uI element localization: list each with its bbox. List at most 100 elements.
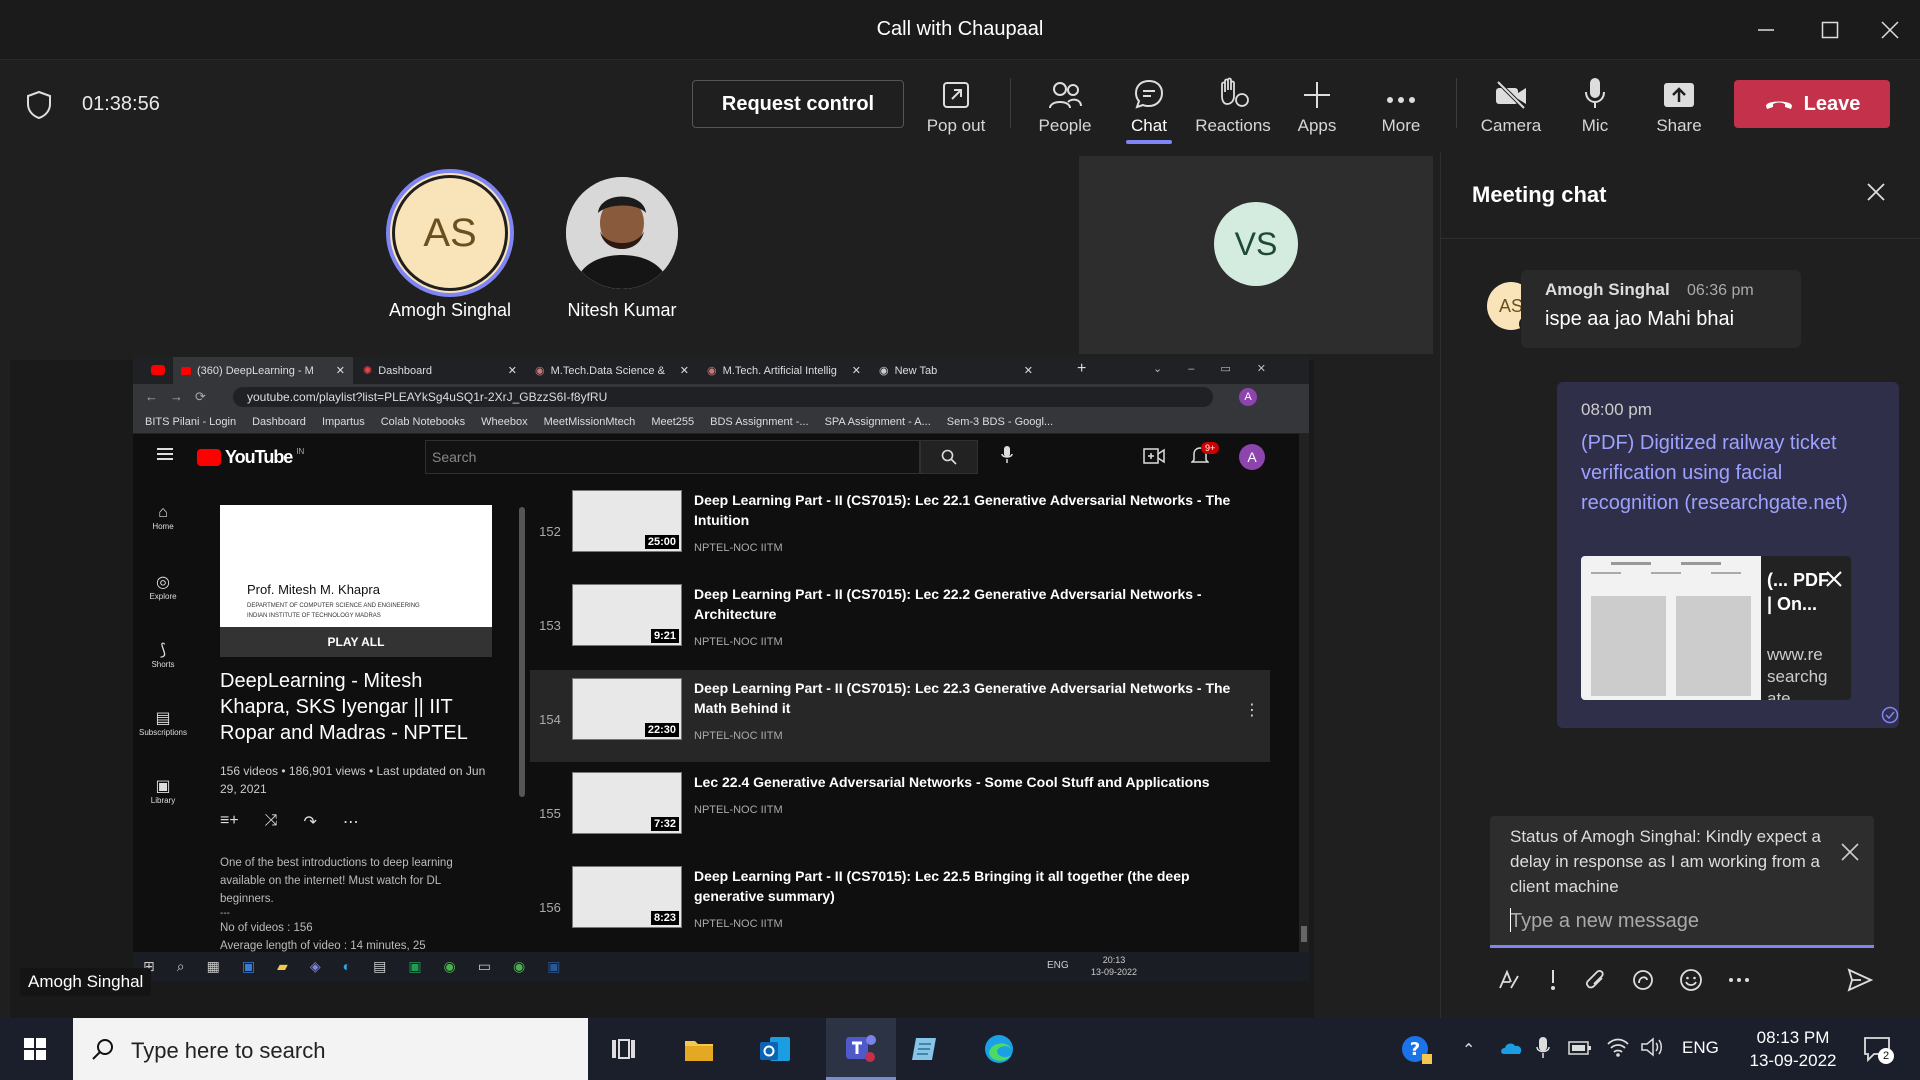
attach-icon[interactable] (1585, 968, 1607, 992)
chevron-up-icon[interactable]: ⌃ (1462, 1040, 1475, 1060)
chat-link[interactable]: (PDF) Digitized railway ticket verificat… (1581, 428, 1881, 518)
create-video-icon[interactable] (1143, 448, 1165, 464)
profile-avatar[interactable]: A (1239, 388, 1257, 406)
video-menu-icon[interactable]: ⋮ (1244, 700, 1260, 720)
volume-icon[interactable] (1640, 1036, 1664, 1058)
notepad-icon[interactable] (906, 1030, 944, 1068)
browser-tab[interactable]: ◉ M.Tech. Artificial Intellig ✕ (699, 357, 869, 384)
emoji-icon[interactable] (1679, 968, 1703, 992)
camera-off-icon (1496, 80, 1526, 110)
browser-tab[interactable]: ◉ M.Tech.Data Science & ✕ (527, 357, 697, 384)
bookmark-item[interactable]: BDS Assignment -... (710, 416, 808, 428)
dismiss-status-button[interactable] (1840, 842, 1860, 862)
list-item[interactable]: 153 9:21 Deep Learning Part - II (CS7015… (530, 576, 1270, 668)
mic-button[interactable]: Mic (1555, 74, 1635, 144)
remote-taskbar-apps[interactable]: ⊞ ⌕ ▦ ▣ ▰ ◈ ◐ ▤ ▣ ◉ ▭ ◉ ▣ (143, 958, 560, 975)
play-all-button[interactable]: PLAY ALL (220, 627, 492, 657)
edge-icon[interactable] (980, 1030, 1018, 1068)
nav-library[interactable]: ▣ Library (133, 776, 193, 805)
bookmark-item[interactable]: Colab Notebooks (381, 416, 465, 428)
taskbar-search-box[interactable]: Type here to search (73, 1018, 588, 1080)
bookmark-item[interactable]: Meet255 (651, 416, 694, 428)
file-explorer-icon[interactable] (680, 1030, 718, 1068)
help-icon[interactable]: ? (1400, 1032, 1434, 1066)
youtube-avatar[interactable]: A (1239, 444, 1265, 470)
voice-search-icon[interactable] (1001, 446, 1013, 464)
loop-icon[interactable] (1631, 968, 1655, 992)
participant-tile[interactable]: VS (1079, 156, 1433, 354)
bookmark-item[interactable]: BITS Pilani - Login (145, 416, 236, 428)
compose-toolbar (1497, 968, 1751, 992)
maximize-button[interactable] (1812, 12, 1848, 48)
page-scrollbar[interactable] (1299, 434, 1309, 952)
leave-button[interactable]: Leave (1734, 80, 1890, 128)
youtube-logo[interactable]: YouTube IN (197, 447, 304, 468)
browser-tab[interactable]: ◉ New Tab ✕ (871, 357, 1041, 384)
battery-icon[interactable] (1568, 1040, 1592, 1056)
link-preview-card[interactable]: (... PDF | On... www.researchgate... (1581, 556, 1851, 700)
priority-icon[interactable] (1545, 968, 1561, 992)
people-button[interactable]: People (1025, 74, 1105, 144)
nav-buttons[interactable]: ←→⟳ (145, 389, 218, 405)
participant-photo[interactable] (566, 177, 678, 289)
avatar[interactable]: AS (386, 169, 514, 297)
message-input[interactable]: Type a new message (1490, 894, 1874, 948)
youtube-search-input[interactable]: Search (425, 440, 920, 474)
chat-message[interactable]: 08:00 pm (PDF) Digitized railway ticket … (1557, 382, 1899, 728)
list-item[interactable]: 155 7:32 Lec 22.4 Generative Adversarial… (530, 764, 1270, 856)
language-indicator[interactable]: ENG (1682, 1038, 1719, 1058)
minimize-button[interactable] (1748, 12, 1784, 48)
chat-title: Meeting chat (1472, 182, 1607, 207)
search-button[interactable] (920, 440, 978, 474)
menu-icon[interactable] (157, 448, 173, 460)
onedrive-icon[interactable] (1500, 1040, 1524, 1056)
send-button[interactable] (1847, 968, 1873, 992)
remove-preview-button[interactable] (1825, 570, 1843, 588)
browser-tab[interactable]: ✺ Dashboard ✕ (355, 357, 525, 384)
windows-icon (24, 1038, 46, 1060)
playlist-thumbnail[interactable]: Prof. Mitesh M. Khapra DEPARTMENT OF COM… (220, 505, 492, 657)
bookmark-item[interactable]: Wheebox (481, 416, 527, 428)
notification-center-button[interactable]: 2 (1862, 1034, 1894, 1064)
bookmark-item[interactable]: SPA Assignment - A... (825, 416, 931, 428)
camera-button[interactable]: Camera (1471, 74, 1551, 144)
more-icon[interactable] (1727, 968, 1751, 992)
microphone-icon[interactable] (1536, 1036, 1550, 1060)
teams-icon (846, 1035, 876, 1062)
close-window-button[interactable] (1872, 12, 1908, 48)
nav-subscriptions[interactable]: ▤ Subscriptions (133, 708, 193, 737)
nav-home[interactable]: ⌂ Home (133, 504, 193, 531)
apps-button[interactable]: Apps (1277, 74, 1357, 144)
list-item[interactable]: 154 22:30 Deep Learning Part - II (CS701… (530, 670, 1270, 762)
nav-shorts[interactable]: ⟆ Shorts (133, 640, 193, 669)
close-chat-button[interactable] (1866, 182, 1886, 202)
meeting-chat-panel: Meeting chat AS Amogh Singhal 06:36 pm i… (1440, 152, 1920, 1018)
teams-taskbar-item[interactable] (826, 1018, 896, 1080)
bookmark-item[interactable]: Sem-3 BDS - Googl... (947, 416, 1053, 428)
list-item[interactable]: 152 25:00 Deep Learning Part - II (CS701… (530, 482, 1270, 574)
format-text-icon[interactable] (1497, 968, 1521, 992)
url-field[interactable]: youtube.com/playlist?list=PLEAYkSg4uSQ1r… (233, 387, 1213, 407)
wifi-icon[interactable] (1606, 1036, 1630, 1058)
browser-window-controls[interactable]: ⌄–▭✕ (1153, 362, 1292, 375)
list-item[interactable]: 156 8:23 Deep Learning Part - II (CS7015… (530, 858, 1270, 950)
bookmark-item[interactable]: Impartus (322, 416, 365, 428)
panel-scrollbar[interactable] (519, 507, 525, 797)
nav-explore[interactable]: ◎ Explore (133, 572, 193, 601)
bookmark-item[interactable]: MeetMissionMtech (544, 416, 636, 428)
share-button[interactable]: Share (1639, 74, 1719, 144)
chat-button[interactable]: Chat (1109, 74, 1189, 144)
bookmark-item[interactable]: Dashboard (252, 416, 306, 428)
new-tab-button[interactable]: + (1077, 360, 1086, 378)
reactions-button[interactable]: Reactions (1193, 74, 1273, 144)
outlook-icon[interactable] (756, 1030, 794, 1068)
more-button[interactable]: More (1361, 74, 1441, 144)
chat-message[interactable]: Amogh Singhal 06:36 pm ispe aa jao Mahi … (1521, 270, 1801, 348)
start-button[interactable] (16, 1030, 54, 1068)
playlist-actions[interactable]: ≡+ ⤨ ↷ ⋯ (220, 812, 420, 832)
browser-tab[interactable]: (360) DeepLearning - M ✕ (173, 357, 353, 384)
system-clock[interactable]: 08:13 PM 13-09-2022 (1738, 1026, 1848, 1072)
request-control-button[interactable]: Request control (692, 80, 904, 128)
task-view-icon[interactable] (604, 1030, 642, 1068)
pop-out-button[interactable]: Pop out (916, 74, 996, 144)
